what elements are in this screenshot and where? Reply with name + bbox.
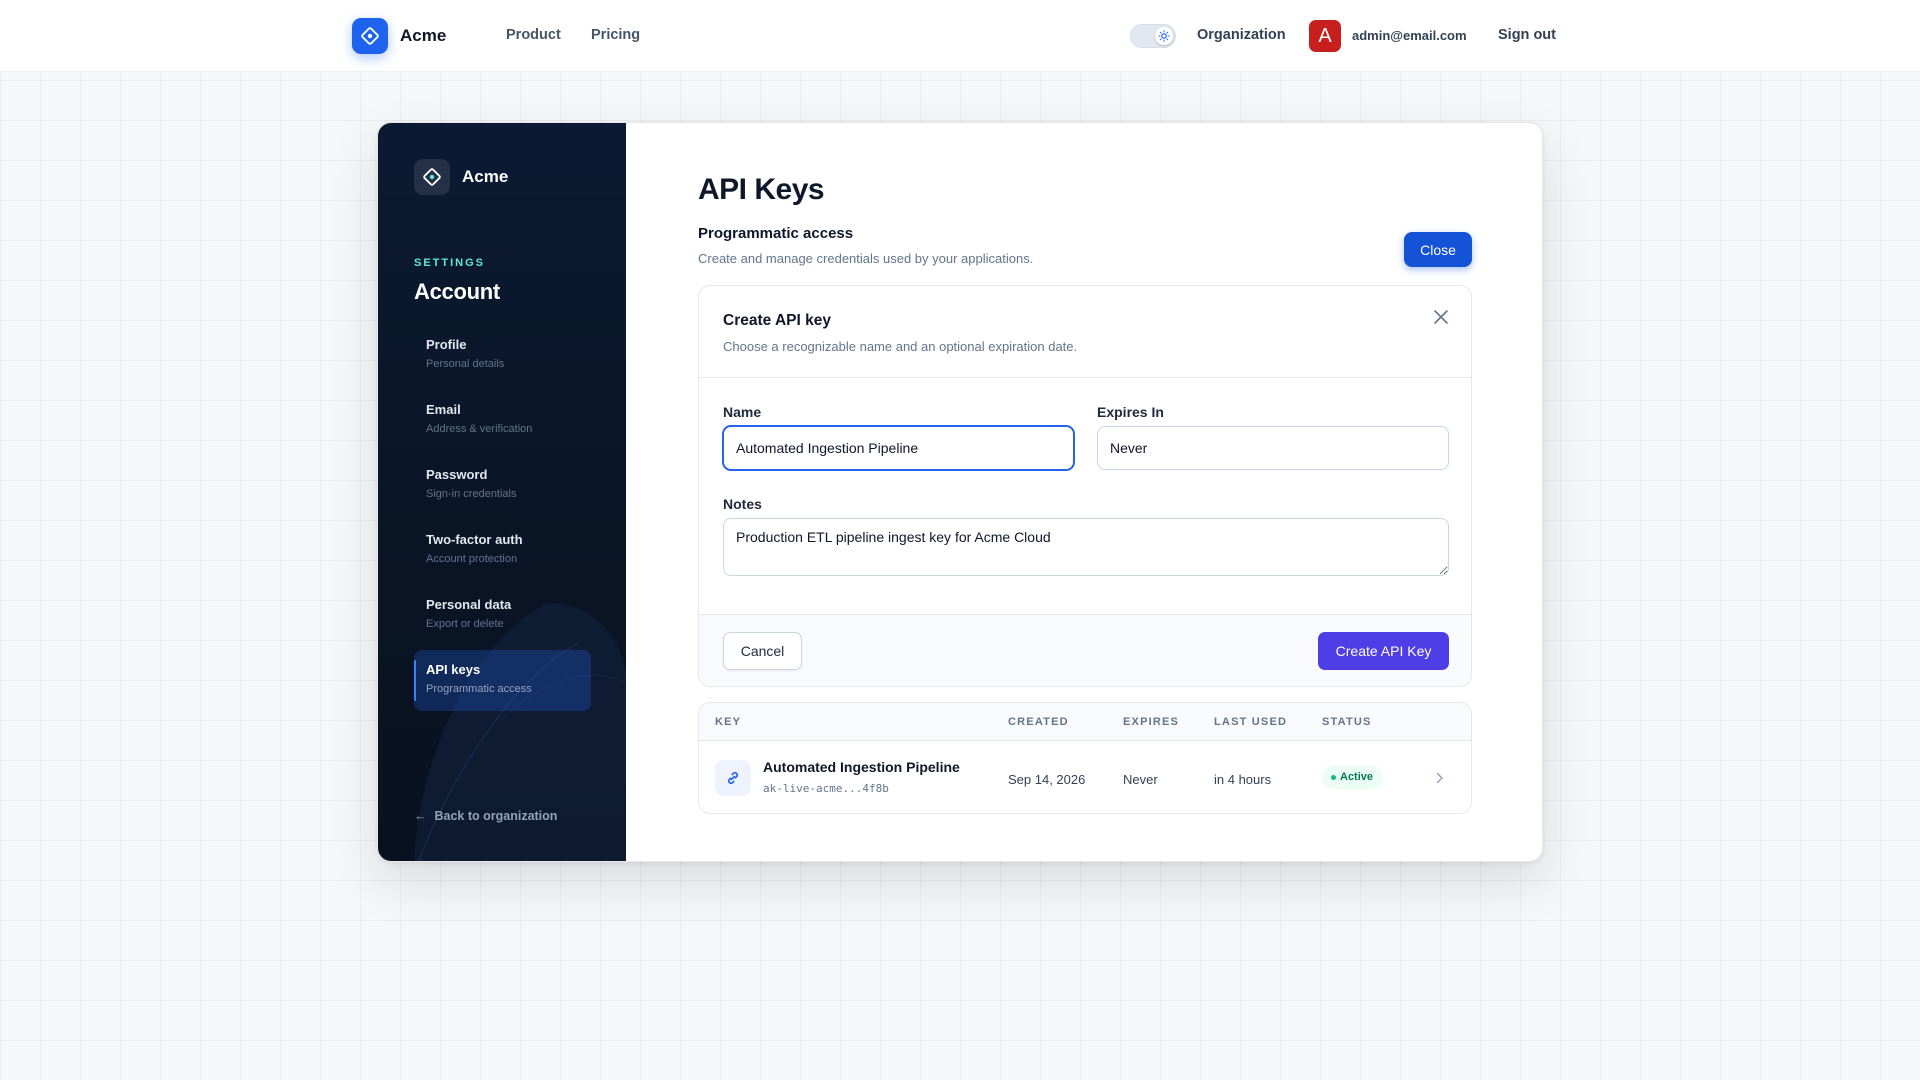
diamond-logo-icon xyxy=(352,18,388,54)
sidebar-item-subtitle: Export or delete xyxy=(426,618,504,630)
sidebar-brand[interactable]: Acme xyxy=(414,159,508,195)
brand-name: Acme xyxy=(400,26,447,45)
key-name: Automated Ingestion Pipeline xyxy=(763,759,960,775)
name-label: Name xyxy=(723,404,762,420)
api-keys-table: KEY CREATED EXPIRES LAST USED STATUS Aut… xyxy=(698,702,1472,814)
sidebar-section-label: SETTINGS xyxy=(414,257,486,269)
form-description: Choose a recognizable name and an option… xyxy=(723,339,1078,354)
status-label: Active xyxy=(1340,771,1374,783)
sidebar-item-label: API keys xyxy=(426,662,481,677)
sidebar-title: Account xyxy=(414,279,500,304)
page-title: API Keys xyxy=(698,173,825,206)
key-created-date: Sep 14, 2026 xyxy=(1008,772,1086,787)
sidebar-item-label: Two-factor auth xyxy=(426,532,523,547)
key-expires: Never xyxy=(1123,772,1158,787)
column-header-last-used: LAST USED xyxy=(1214,716,1288,728)
close-icon[interactable] xyxy=(1429,305,1453,329)
arrow-left-icon: ← xyxy=(414,809,427,823)
form-header: Create API key Choose a recognizable nam… xyxy=(699,286,1471,378)
column-header-key: KEY xyxy=(715,716,742,728)
settings-menu: Profile Personal details Email Address &… xyxy=(414,325,591,715)
sidebar-item-label: Personal data xyxy=(426,597,512,612)
back-to-organization-link[interactable]: ← Back to organization xyxy=(414,809,557,823)
organization-link[interactable]: Organization xyxy=(1197,27,1286,43)
notes-label: Notes xyxy=(723,496,762,512)
settings-card: Acme SETTINGS Account Profile Personal d… xyxy=(377,122,1543,862)
column-header-created: CREATED xyxy=(1008,716,1069,728)
close-button[interactable]: Close xyxy=(1404,232,1472,267)
sidebar-item-subtitle: Personal details xyxy=(426,358,505,370)
status-dot xyxy=(1331,775,1336,780)
expires-label: Expires In xyxy=(1097,404,1164,420)
sidebar-item-subtitle: Account protection xyxy=(426,553,518,565)
sidebar-item-personal-data[interactable]: Personal data Export or delete xyxy=(414,585,591,646)
name-field[interactable] xyxy=(723,426,1074,470)
sidebar-item-subtitle: Programmatic access xyxy=(426,683,532,695)
theme-toggle[interactable] xyxy=(1130,24,1176,48)
sidebar-item-label: Profile xyxy=(426,337,467,352)
main-content: API Keys Programmatic access Create and … xyxy=(626,123,1542,861)
status-badge: Active xyxy=(1322,765,1384,789)
key-last-used: in 4 hours xyxy=(1214,772,1272,787)
nav-pricing-link[interactable]: Pricing xyxy=(591,27,640,43)
sidebar-item-password[interactable]: Password Sign-in credentials xyxy=(414,455,591,516)
sun-icon xyxy=(1155,27,1173,45)
sidebar-item-subtitle: Sign-in credentials xyxy=(426,488,517,500)
sidebar-item-subtitle: Address & verification xyxy=(426,423,533,435)
table-row[interactable]: Automated Ingestion Pipeline ak-live-acm… xyxy=(699,741,1471,813)
section-title: Programmatic access xyxy=(698,225,854,242)
form-title: Create API key xyxy=(723,312,831,329)
sidebar-item-label: Password xyxy=(426,467,488,482)
notes-field[interactable]: Production ETL pipeline ingest key for A… xyxy=(723,518,1449,576)
column-header-expires: EXPIRES xyxy=(1123,716,1180,728)
sidebar-item-email[interactable]: Email Address & verification xyxy=(414,390,591,451)
link-icon xyxy=(715,760,751,796)
sign-out-button[interactable]: Sign out xyxy=(1498,27,1556,43)
table-header: KEY CREATED EXPIRES LAST USED STATUS xyxy=(699,703,1471,741)
sidebar-item-label: Email xyxy=(426,402,461,417)
create-api-key-button[interactable]: Create API Key xyxy=(1318,632,1449,670)
sidebar-brand-name: Acme xyxy=(462,167,509,186)
create-api-key-form: Create API key Choose a recognizable nam… xyxy=(698,285,1472,687)
form-footer: Cancel Create API Key xyxy=(699,614,1471,686)
cancel-button[interactable]: Cancel xyxy=(723,632,802,670)
nav-product-link[interactable]: Product xyxy=(506,27,561,43)
column-header-status: STATUS xyxy=(1322,716,1372,728)
chevron-right-icon[interactable] xyxy=(1433,770,1447,786)
key-masked-value: ak-live-acme...4f8b xyxy=(763,782,889,795)
sidebar-item-api-keys[interactable]: API keys Programmatic access xyxy=(414,650,591,711)
back-link-label: Back to organization xyxy=(434,809,558,823)
settings-sidebar: Acme SETTINGS Account Profile Personal d… xyxy=(378,123,626,861)
avatar[interactable]: A xyxy=(1309,20,1341,52)
sidebar-item-profile[interactable]: Profile Personal details xyxy=(414,325,591,386)
section-description: Create and manage credentials used by yo… xyxy=(698,251,1034,266)
brand[interactable]: Acme xyxy=(352,18,446,54)
user-email: admin@email.com xyxy=(1352,28,1467,43)
diamond-logo-icon xyxy=(414,159,450,195)
top-navigation: Acme Product Pricing Organization A admi… xyxy=(0,0,1920,72)
expires-field[interactable] xyxy=(1097,426,1449,470)
sidebar-item-two-factor[interactable]: Two-factor auth Account protection xyxy=(414,520,591,581)
